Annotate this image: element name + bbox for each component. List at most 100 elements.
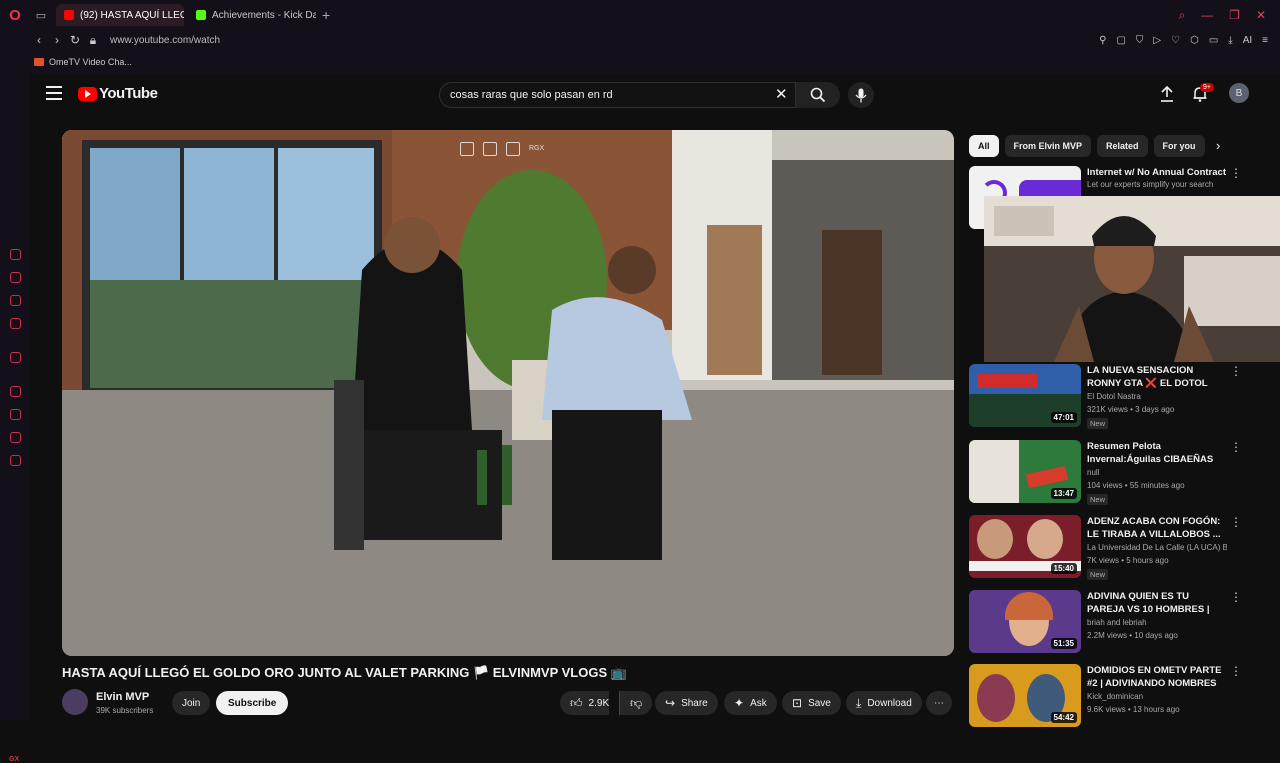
thumbnail[interactable]: 47:01: [969, 364, 1081, 427]
youtube-page: YouTube cosas raras que solo pasan en rd…: [30, 74, 1280, 727]
more-actions-button[interactable]: ⋯: [926, 691, 952, 715]
clear-search-icon[interactable]: ✕: [775, 85, 788, 103]
guide-menu-icon[interactable]: [46, 86, 62, 100]
thumbnail[interactable]: 15:40: [969, 515, 1081, 578]
save-button[interactable]: ⊡ Save: [782, 691, 841, 715]
exit-icon[interactable]: [483, 142, 497, 156]
chip-from-channel[interactable]: From Elvin MVP: [1004, 135, 1092, 157]
masthead: YouTube cosas raras que solo pasan en rd…: [30, 74, 1280, 114]
rec-channel[interactable]: El Dotol Nastra: [1087, 392, 1227, 401]
list-item[interactable]: 15:40 ADENZ ACABA CON FOGÓN: LE TIRABA A…: [969, 515, 1269, 585]
video-player[interactable]: RGX: [62, 130, 954, 656]
bookmark-ometv[interactable]: OmeTV Video Cha...: [49, 57, 132, 67]
more-vertical-icon[interactable]: ⋮: [1230, 364, 1242, 378]
shield-icon[interactable]: ⛉: [1136, 35, 1144, 46]
forward-icon[interactable]: ›: [48, 33, 66, 47]
close-icon[interactable]: ✕: [1256, 8, 1266, 23]
channel-name[interactable]: Elvin MVP: [96, 691, 149, 703]
chip-next-icon[interactable]: ›: [1216, 138, 1220, 153]
video-title: HASTA AQUÍ LLEGÓ EL GOLDO ORO JUNTO AL V…: [62, 665, 627, 680]
rgx-label[interactable]: RGX: [529, 142, 544, 156]
search-tabs-icon[interactable]: ⌕: [1178, 8, 1185, 23]
maximize-icon[interactable]: ❐: [1229, 8, 1240, 23]
search-input[interactable]: cosas raras que solo pasan en rd: [439, 82, 796, 108]
thumbs-down-icon: 👎︎: [630, 695, 643, 710]
upload-icon[interactable]: [1160, 86, 1174, 102]
channel-avatar[interactable]: [62, 689, 88, 715]
join-button[interactable]: Join: [172, 691, 211, 715]
chip-related[interactable]: Related: [1097, 135, 1148, 157]
history-icon[interactable]: [10, 409, 21, 420]
tab-menu-icon[interactable]: ▭: [30, 9, 52, 22]
player-sidebar-icon[interactable]: [10, 386, 21, 397]
rec-title[interactable]: LA NUEVA SENSACION RONNY GTA ❌ EL DOTOL …: [1087, 364, 1227, 391]
more-vertical-icon[interactable]: ⋮: [1230, 590, 1242, 604]
more-vertical-icon[interactable]: ⋮: [1230, 166, 1242, 180]
rec-title[interactable]: Internet w/ No Annual Contract: [1087, 166, 1227, 179]
tab-kick[interactable]: Achievements - Kick Dash: [188, 4, 316, 26]
search-button[interactable]: [796, 82, 840, 108]
share-button[interactable]: ↪ Share: [655, 691, 718, 715]
notification-badge: 9+: [1200, 83, 1214, 92]
ai-button[interactable]: AI: [1243, 35, 1252, 46]
pin-icon[interactable]: ⚲: [1099, 35, 1106, 46]
youtube-favicon-icon: [64, 10, 74, 20]
ask-button[interactable]: ✦ Ask: [724, 691, 777, 715]
gx-corner-icon[interactable]: [10, 295, 21, 306]
more-vertical-icon[interactable]: ⋮: [1230, 664, 1242, 678]
more-vertical-icon[interactable]: ⋮: [1230, 440, 1242, 454]
gx-store-icon[interactable]: [10, 272, 21, 283]
twitch-icon[interactable]: [10, 352, 21, 363]
like-button[interactable]: 👍︎ 2.9K: [560, 691, 610, 715]
new-tab-button[interactable]: +: [322, 7, 330, 23]
list-item[interactable]: 51:35 ADIVINA QUIEN ES TU PAREJA VS 10 H…: [969, 590, 1269, 660]
opera-logo-icon[interactable]: O: [0, 0, 30, 30]
downloads-icon[interactable]: ⤓: [1228, 35, 1232, 46]
extensions-sidebar-icon[interactable]: [10, 432, 21, 443]
heart-icon[interactable]: ♡: [1171, 35, 1180, 46]
rec-channel[interactable]: briah and lebriah: [1087, 618, 1227, 627]
minimize-icon[interactable]: —: [1201, 8, 1213, 23]
rec-title[interactable]: ADIVINA QUIEN ES TU PAREJA VS 10 HOMBRES…: [1087, 590, 1227, 617]
duration: 47:01: [1050, 412, 1077, 423]
rec-title[interactable]: ADENZ ACABA CON FOGÓN: LE TIRABA A VILLA…: [1087, 515, 1227, 541]
player-icon[interactable]: ▷: [1153, 35, 1161, 46]
account-avatar[interactable]: B: [1229, 83, 1249, 103]
rec-channel[interactable]: null: [1087, 468, 1227, 477]
thumbnail[interactable]: 13:47: [969, 440, 1081, 503]
rec-title[interactable]: Resumen Pelota Invernal:Águilas CIBAEÑAS…: [1087, 440, 1227, 467]
voice-search-button[interactable]: [848, 82, 874, 108]
rec-channel[interactable]: Kick_dominican: [1087, 692, 1227, 701]
gx-control-icon[interactable]: [10, 249, 21, 260]
download-button[interactable]: ⤓ Download: [846, 691, 922, 715]
bookmark-icon: ⊡: [792, 696, 803, 710]
list-item[interactable]: 54:42 DOMIDIOS EN OMETV PARTE #2 | ADIVI…: [969, 664, 1269, 734]
browser-menu-icon[interactable]: ≡: [1262, 35, 1268, 46]
youtube-logo[interactable]: YouTube: [78, 85, 158, 102]
rec-channel[interactable]: La Universidad De La Calle (LA UCA) BR..…: [1087, 543, 1227, 552]
wallet-icon[interactable]: ▭: [1209, 35, 1218, 46]
list-item[interactable]: 13:47 Resumen Pelota Invernal:Águilas CI…: [969, 440, 1269, 510]
tab-youtube[interactable]: (92) HASTA AQUÍ LLEGÓ E: [56, 4, 184, 26]
new-badge: New: [1087, 494, 1109, 505]
sparkle-icon: ✦: [734, 696, 745, 710]
list-item[interactable]: 47:01 LA NUEVA SENSACION RONNY GTA ❌ EL …: [969, 364, 1269, 434]
reload-icon[interactable]: ↻: [66, 33, 84, 47]
settings-icon[interactable]: [10, 455, 21, 466]
chip-for-you[interactable]: For you: [1153, 135, 1205, 157]
more-vertical-icon[interactable]: ⋮: [1230, 515, 1242, 529]
thumbnail[interactable]: 54:42: [969, 664, 1081, 727]
chip-all[interactable]: All: [969, 135, 999, 157]
extensions-icon[interactable]: ⬡: [1190, 35, 1199, 46]
pip-icon[interactable]: [460, 142, 474, 156]
messenger-icon[interactable]: [10, 318, 21, 329]
next-icon[interactable]: [506, 142, 520, 156]
rec-title[interactable]: DOMIDIOS EN OMETV PARTE #2 | ADIVINANDO …: [1087, 664, 1227, 691]
dislike-button[interactable]: 👎︎: [619, 691, 653, 715]
subscribe-button[interactable]: Subscribe: [216, 691, 289, 715]
snapshot-icon[interactable]: ▢: [1116, 35, 1125, 46]
logo-text: YouTube: [99, 85, 158, 102]
back-icon[interactable]: ‹: [30, 33, 48, 47]
url-field[interactable]: www.youtube.com/watch: [110, 35, 220, 46]
thumbnail[interactable]: 51:35: [969, 590, 1081, 653]
